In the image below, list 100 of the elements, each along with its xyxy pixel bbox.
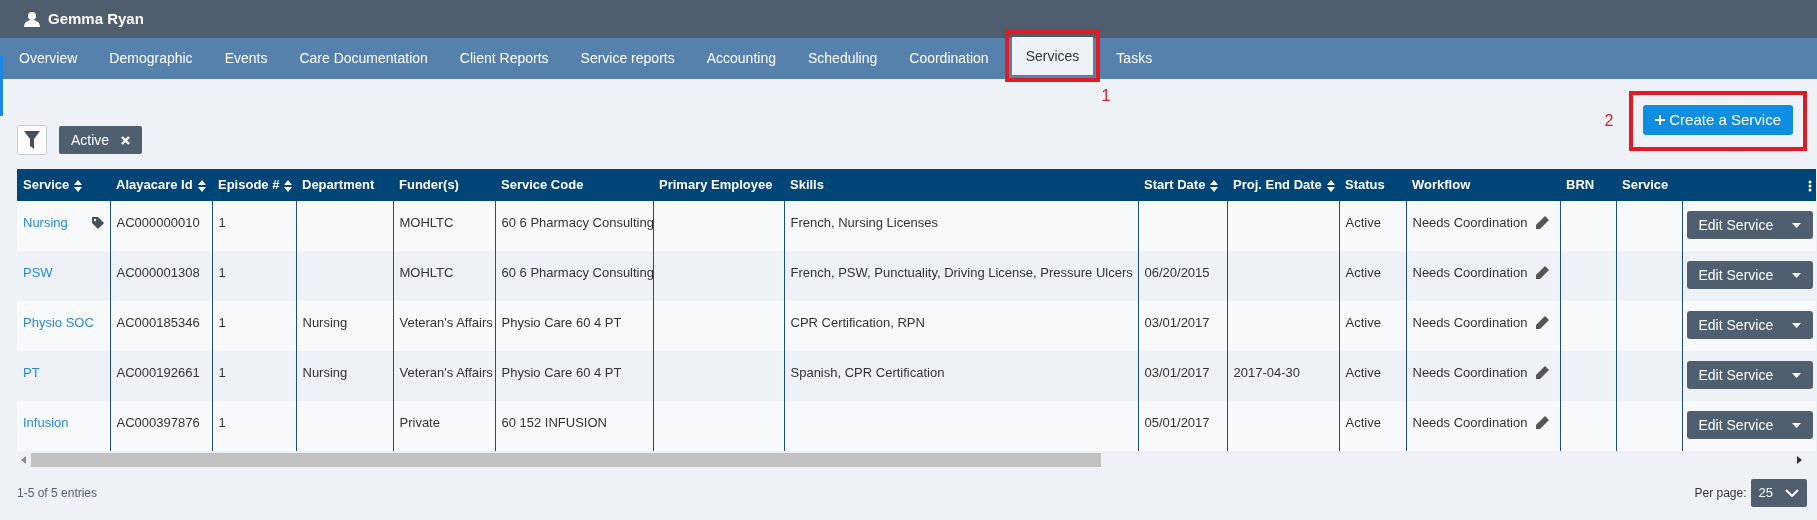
close-icon[interactable]	[121, 135, 131, 145]
table-cell: 60 6 Pharmacy Consulting	[501, 215, 654, 230]
column-header[interactable]: Episode #	[212, 169, 296, 201]
tab[interactable]: Tasks	[1100, 38, 1169, 79]
entries-count: 1-5 of 5 entries	[17, 485, 98, 502]
tab[interactable]: Coordination	[893, 38, 1005, 79]
user-icon	[24, 11, 40, 27]
caret-icon[interactable]	[1791, 272, 1801, 278]
client-name: Gemma Ryan	[48, 8, 144, 29]
caret-icon[interactable]	[1791, 322, 1801, 328]
edit-service-split-button[interactable]: Edit Service	[1686, 361, 1813, 389]
edit-service-split-button[interactable]: Edit Service	[1686, 411, 1813, 439]
table-cell: 60 6 Pharmacy Consulting	[501, 265, 654, 280]
table-cell-text: Needs Coordination	[1412, 314, 1528, 332]
filter-icon	[24, 131, 40, 149]
callout-number: 1	[1101, 86, 1111, 106]
tab[interactable]: Client Reports	[443, 38, 565, 79]
create-service-button[interactable]: Create a Service	[1643, 105, 1793, 135]
filter-chip[interactable]: Active	[59, 126, 143, 154]
tab[interactable]: Services	[1011, 37, 1094, 75]
column-header[interactable]: Service	[17, 169, 110, 201]
column-header: Funder(s)	[393, 169, 495, 201]
column-header[interactable]: Start Date	[1138, 169, 1227, 201]
column-header: Primary Employee	[653, 169, 784, 201]
pencil-icon[interactable]	[1535, 215, 1550, 230]
table-cell: 03/01/2017	[1144, 365, 1210, 380]
table-cell: Active	[1345, 265, 1381, 280]
caret-icon[interactable]	[1791, 222, 1801, 228]
table-cell-text: Needs Coordination	[1412, 264, 1528, 282]
scrollbar-thumb[interactable]	[31, 453, 1101, 467]
column-header[interactable]: Alayacare Id	[110, 169, 212, 201]
service-link[interactable]: PT	[23, 363, 40, 383]
per-page-select[interactable]: 25	[1750, 479, 1807, 507]
table-cell-text: Needs Coordination	[1412, 214, 1528, 232]
pencil-icon[interactable]	[1535, 365, 1550, 380]
table-cell: Nursing	[302, 365, 348, 380]
column-header: BRN	[1560, 169, 1616, 201]
table-cell: Physio Care 60 4 PT	[501, 365, 622, 380]
tab[interactable]: Accounting	[690, 38, 792, 79]
caret-icon[interactable]	[1791, 422, 1801, 428]
service-link[interactable]: Physio SOC	[23, 313, 94, 333]
sort-icon[interactable]	[284, 179, 293, 192]
service-link[interactable]: Nursing	[23, 213, 68, 233]
edit-service-split-button[interactable]: Edit Service	[1686, 261, 1813, 289]
pencil-icon[interactable]	[1535, 265, 1550, 280]
more-icon[interactable]	[1808, 179, 1812, 192]
table-cell: AC000185346	[116, 315, 200, 330]
tab[interactable]: Overview	[3, 38, 94, 79]
pencil-icon[interactable]	[1535, 415, 1550, 430]
column-header: Department	[296, 169, 393, 201]
tab[interactable]: Service reports	[564, 38, 691, 79]
column-header: Skills	[784, 169, 1138, 201]
column-header: Status	[1339, 169, 1406, 201]
tab[interactable]: Care Documentation	[283, 38, 444, 79]
sort-icon[interactable]	[197, 179, 206, 192]
table-cell: Physio Care 60 4 PT	[501, 315, 622, 330]
table-cell: 06/20/2015	[1144, 265, 1210, 280]
table-cell: MOHLTC	[399, 215, 454, 230]
table-cell: 1	[218, 215, 226, 230]
edit-service-split-button[interactable]: Edit Service	[1686, 311, 1813, 339]
sort-icon[interactable]	[1210, 179, 1219, 192]
plus-icon	[1655, 115, 1666, 125]
table-cell: Private	[399, 415, 440, 430]
table-cell: 60 152 INFUSION	[501, 415, 607, 430]
per-page-label: Per page:	[1694, 485, 1747, 502]
table-cell: 1	[218, 415, 226, 430]
tab[interactable]: Events	[208, 38, 284, 79]
tab[interactable]: Demographic	[93, 38, 209, 79]
table-cell: CPR Certification, RPN	[790, 315, 925, 330]
column-header: Workflow	[1406, 169, 1560, 201]
table-cell: Nursing	[302, 315, 348, 330]
sort-icon[interactable]	[1326, 179, 1335, 192]
table-cell: Active	[1345, 215, 1381, 230]
table-cell: Active	[1345, 365, 1381, 380]
caret-icon[interactable]	[1791, 372, 1801, 378]
chevron-down-icon	[1785, 489, 1799, 497]
table-cell: French, Nursing Licenses	[790, 215, 938, 230]
column-header: Service Code	[495, 169, 653, 201]
pencil-icon[interactable]	[1535, 315, 1550, 330]
table-cell: 05/01/2017	[1144, 415, 1210, 430]
sort-icon[interactable]	[74, 179, 83, 192]
table-cell: MOHLTC	[399, 265, 454, 280]
table-cell: AC000000010	[116, 215, 200, 230]
table-cell-text: Needs Coordination	[1412, 364, 1528, 382]
column-header[interactable]: Proj. End Date	[1227, 169, 1339, 201]
table-cell: Spanish, CPR Certification	[790, 365, 945, 380]
service-link[interactable]: Infusion	[23, 413, 69, 433]
table-cell: Active	[1345, 315, 1381, 330]
callout-number: 2	[1604, 111, 1614, 131]
table-cell: Veteran's Affairs	[399, 365, 493, 380]
filter-button[interactable]	[17, 125, 47, 155]
table-cell: AC000001308	[116, 265, 200, 280]
table-cell-text: Needs Coordination	[1412, 414, 1528, 432]
table-cell: Veteran's Affairs	[399, 315, 493, 330]
edit-service-split-button[interactable]: Edit Service	[1686, 211, 1813, 239]
table-cell: French, PSW, Punctuality, Driving License, Pressure Ulcers	[790, 265, 1133, 280]
table-cell: 1	[218, 315, 226, 330]
service-link[interactable]: PSW	[23, 263, 53, 283]
sidebar-edge	[0, 56, 3, 116]
tab[interactable]: Scheduling	[792, 38, 894, 79]
